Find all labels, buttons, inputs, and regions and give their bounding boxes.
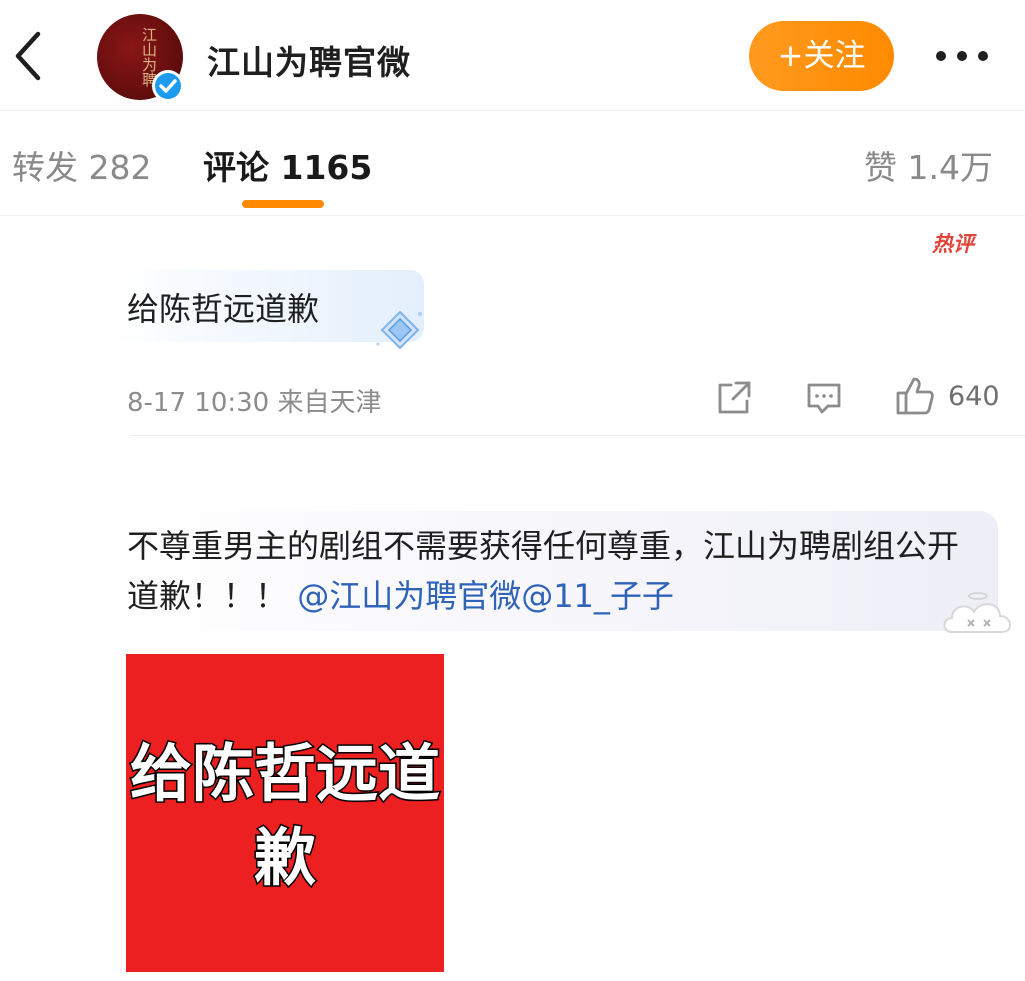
mention-link[interactable]: @江山为聘官微@11_子子 [297, 577, 674, 615]
hot-comment-badge: 热评 [932, 232, 974, 256]
like-count: 640 [948, 381, 1000, 412]
tab-bar: 转发 282 评论 1165 赞 1.4万 [0, 111, 1025, 216]
tab-comments[interactable]: 评论 1165 [203, 141, 372, 189]
share-icon[interactable] [714, 378, 754, 418]
verified-badge [152, 70, 184, 102]
tab-repost[interactable]: 转发 282 [12, 141, 151, 189]
verified-badge-icon [155, 73, 181, 99]
image-caption: 给陈哲远道歉 [128, 736, 441, 896]
tab-likes[interactable]: 赞 1.4万 [864, 141, 993, 189]
follow-button[interactable]: +关注 [749, 21, 894, 91]
comment-text[interactable]: 不尊重男主的剧组不需要获得任何尊重，江山为聘剧组公开道歉！！！ @江山为聘官微@… [127, 521, 977, 621]
header-bar: 江山为聘 江山为聘官微 +关注 [0, 0, 1025, 111]
account-name[interactable]: 江山为聘官微 [207, 36, 411, 84]
comment-divider [130, 435, 1025, 436]
active-tab-indicator [242, 200, 324, 208]
comment-image[interactable]: 给陈哲远道歉 [126, 654, 444, 972]
more-button[interactable] [930, 38, 994, 74]
diamond-icon [374, 306, 426, 354]
back-button[interactable] [8, 28, 52, 84]
comment-meta: 8-17 10:30 来自天津 [127, 388, 382, 418]
cloud-sticker-icon [938, 586, 1018, 642]
more-dots-icon [936, 51, 988, 61]
comment-icon[interactable] [804, 378, 844, 418]
thumbs-up-icon[interactable] [894, 374, 936, 418]
chevron-left-icon [15, 31, 41, 81]
comment-text[interactable]: 给陈哲远道歉 [127, 284, 319, 330]
